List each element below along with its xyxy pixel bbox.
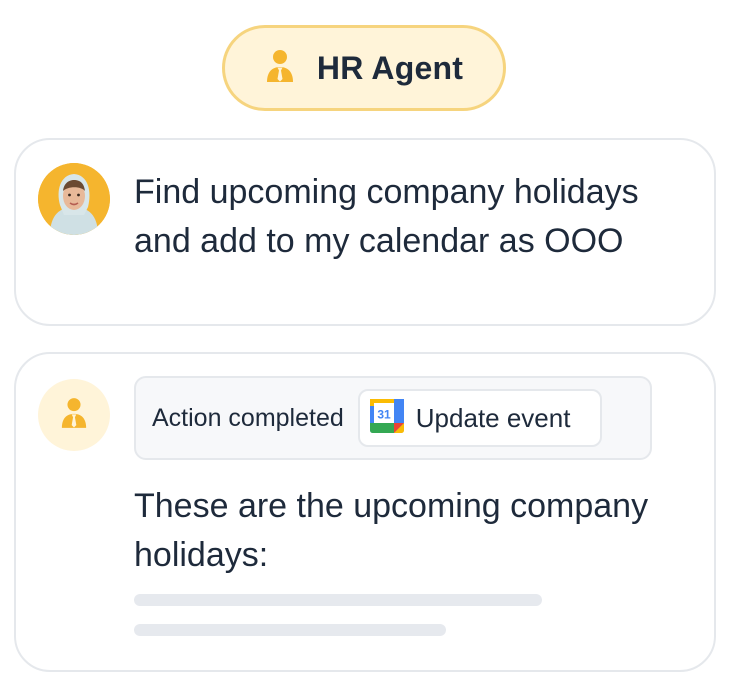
update-event-chip[interactable]: 31 Update event — [357, 389, 602, 447]
loading-placeholder-line — [134, 624, 446, 636]
action-status-label: Action completed — [152, 403, 344, 432]
agent-name: HR Agent — [316, 49, 464, 86]
person-with-tie-icon — [265, 49, 295, 88]
loading-placeholder-line — [134, 594, 542, 606]
user-avatar — [38, 163, 110, 235]
agent-avatar — [38, 379, 110, 451]
agent-name-badge: HR Agent — [222, 25, 506, 111]
google-calendar-icon: 31 — [369, 398, 404, 438]
user-message-text: Find upcoming company holidays and add t… — [134, 173, 639, 260]
action-status-box: Action completed 31 Update event — [134, 376, 652, 460]
person-with-tie-icon — [60, 397, 88, 434]
update-event-label: Update event — [415, 402, 571, 433]
calendar-day: 31 — [377, 407, 391, 421]
agent-message-card: Action completed 31 Update event These a… — [14, 352, 716, 672]
agent-message-text: These are the upcoming company holidays: — [134, 487, 649, 574]
user-message-card: Find upcoming company holidays and add t… — [14, 138, 716, 326]
